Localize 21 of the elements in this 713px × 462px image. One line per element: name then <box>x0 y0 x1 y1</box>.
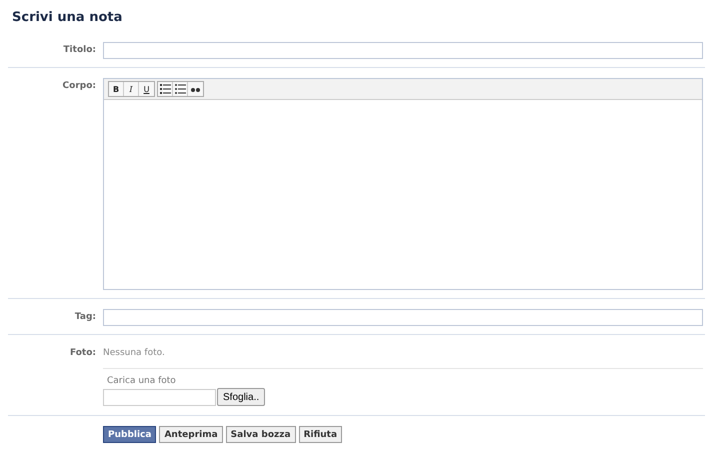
bullet-list-icon <box>174 84 186 94</box>
editor-field[interactable]: B I U <box>103 78 703 290</box>
browse-button[interactable]: Sfoglia.. <box>217 388 266 406</box>
numbered-list-icon <box>160 84 170 94</box>
field-label: Titolo: <box>62 44 97 57</box>
text-field[interactable] <box>103 309 703 326</box>
action-button[interactable]: Salva bozza <box>226 426 296 443</box>
field-label: Corpo: <box>62 80 97 93</box>
ordered-list-button[interactable] <box>158 82 173 96</box>
field-label: Tag: <box>74 311 97 324</box>
text-field[interactable] <box>103 42 703 59</box>
bullet-list-button[interactable] <box>173 82 188 96</box>
photo-status: Nessuna foto. <box>103 347 166 360</box>
upload-label: Carica una foto <box>107 376 177 386</box>
action-button[interactable]: Rifiuta <box>298 426 342 443</box>
quote-icon <box>191 86 200 92</box>
action-button[interactable]: Anteprima <box>159 426 223 443</box>
page-title: Scrivi una nota <box>12 9 124 27</box>
field-label: Foto: <box>68 347 97 360</box>
publish-button[interactable]: Pubblica <box>103 426 156 443</box>
file-field[interactable] <box>103 388 216 406</box>
